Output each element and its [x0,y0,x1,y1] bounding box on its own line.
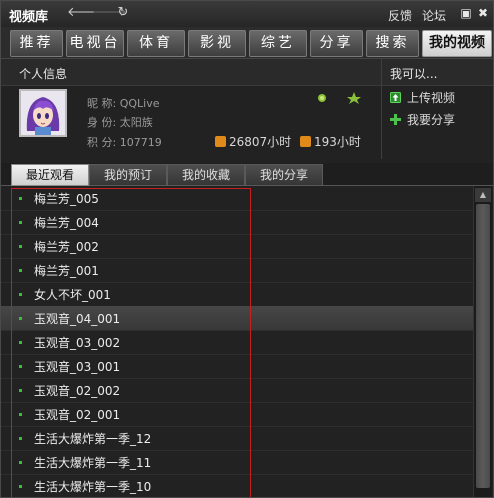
bullet-icon [19,413,22,416]
moon-badge-icon [334,93,342,104]
tab-film[interactable]: 影视 [188,30,246,57]
sub-tab-bar: 最近观看 我的预订 我的收藏 我的分享 [1,163,493,186]
list-item[interactable]: 生活大爆炸第一季_12 [1,426,473,451]
info-header: 个人信息 我可以... [1,59,493,86]
list-item-title: 玉观音_03_001 [34,360,121,374]
bullet-icon [19,197,22,200]
maximize-icon[interactable]: ▣ [459,6,473,20]
clock-icon [215,136,226,147]
bullet-icon [19,245,22,248]
points-row: 积 分: 107719 [87,134,162,150]
subtab-recent[interactable]: 最近观看 [11,164,89,186]
tab-tv-station[interactable]: 电视台 [66,30,124,57]
share-time: 193小时 [300,133,361,150]
bullet-icon [19,437,22,440]
history-list: 梅兰芳_005 梅兰芳_004 梅兰芳_002 梅兰芳_001 女人不坏_001… [1,186,473,497]
main-tab-bar: 推荐 电视台 体育 影视 综艺 分享 搜索 我的视频 [1,27,493,59]
list-item-title: 玉观音_02_001 [34,408,121,422]
subtab-favorites[interactable]: 我的收藏 [167,164,245,186]
tab-search[interactable]: 搜索 [366,30,419,57]
bullet-icon [19,389,22,392]
forum-link[interactable]: 论坛 [422,7,446,24]
list-item-title: 生活大爆炸第一季_11 [34,456,152,470]
list-item[interactable]: 玉观音_02_001 [1,402,473,427]
bullet-icon [19,293,22,296]
identity-value: 太阳族 [119,116,153,129]
tab-my-videos[interactable]: 我的视频 [422,30,492,57]
video-library-window: 视频库 🡐 🡒 ↻ 反馈 论坛 ▣ ✖ 推荐 电视台 体育 影视 综艺 分享 搜… [0,0,494,498]
scrollbar[interactable]: ▲ [473,186,492,497]
bullet-icon [19,365,22,368]
share-clock-icon [300,136,311,147]
bullet-icon [19,461,22,464]
app-title: 视频库 [9,10,49,25]
list-item-selected[interactable]: 玉观音_04_001 [1,306,473,331]
tab-recommend[interactable]: 推荐 [10,30,63,57]
list-item[interactable]: 梅兰芳_005 [1,186,473,211]
list-item-title: 生活大爆炸第一季_12 [34,432,152,446]
share-time-value: 193小时 [314,135,361,149]
list-item[interactable]: 梅兰芳_002 [1,234,473,259]
list-item[interactable]: 生活大爆炸第一季_11 [1,450,473,475]
close-icon[interactable]: ✖ [476,6,490,20]
list-item[interactable]: 玉观音_03_002 [1,330,473,355]
can-do-heading: 我可以... [390,67,438,81]
forward-icon[interactable]: 🡒 [92,5,127,21]
scroll-thumb[interactable] [476,204,490,488]
share-label: 我要分享 [407,113,456,127]
points-label: 积 分: [87,136,117,149]
list-item-title: 玉观音_02_002 [34,384,121,398]
bullet-icon [19,485,22,488]
list-item-title: 梅兰芳_001 [34,264,99,278]
feedback-link[interactable]: 反馈 [388,7,412,24]
list-item[interactable]: 玉观音_02_002 [1,378,473,403]
list-item[interactable]: 玉观音_03_001 [1,354,473,379]
divider [381,59,382,159]
bullet-icon [19,341,22,344]
upload-video-link[interactable]: 上传视频 [390,89,455,106]
refresh-icon[interactable]: ↻ [115,5,131,21]
level-badges [316,91,366,105]
identity-row: 身 份: 太阳族 [87,114,153,130]
watch-time-value: 26807小时 [229,135,292,149]
list-item-title: 生活大爆炸第一季_10 [34,480,152,494]
points-value: 107719 [119,136,162,149]
subtab-reservations[interactable]: 我的预订 [89,164,167,186]
list-item-title: 玉观音_04_001 [34,312,121,326]
sun-badge-icon [318,94,326,102]
upload-icon [390,92,401,103]
list-item[interactable]: 梅兰芳_001 [1,258,473,283]
upload-label: 上传视频 [407,91,456,105]
list-item[interactable]: 梅兰芳_004 [1,210,473,235]
subtab-my-shares[interactable]: 我的分享 [245,164,323,186]
identity-label: 身 份: [87,116,117,129]
list-item[interactable]: 女人不坏_001 [1,282,473,307]
back-icon[interactable]: 🡐 [67,5,102,21]
scroll-up-icon[interactable]: ▲ [475,188,491,202]
list-item-title: 梅兰芳_004 [34,216,99,230]
list-item-title: 女人不坏_001 [34,288,111,302]
bullet-icon [19,221,22,224]
personal-info-heading: 个人信息 [19,67,68,81]
title-bar: 视频库 🡐 🡒 ↻ 反馈 论坛 ▣ ✖ [1,1,493,28]
tab-share[interactable]: 分享 [310,30,363,57]
list-item-title: 梅兰芳_002 [34,240,99,254]
avatar [19,89,67,137]
list-item[interactable]: 生活大爆炸第一季_10 [1,474,473,497]
tab-sports[interactable]: 体育 [127,30,185,57]
nickname-label: 昵 称: [87,97,117,110]
watch-time: 26807小时 [215,133,291,150]
star-badge-icon [347,92,361,104]
plus-icon [390,114,401,125]
nickname-row: 昵 称: QQLive [87,95,159,111]
bullet-icon [19,269,22,272]
list-item-title: 梅兰芳_005 [34,192,99,206]
list-item-title: 玉观音_03_002 [34,336,121,350]
share-link[interactable]: 我要分享 [390,111,455,128]
bullet-icon [19,317,22,320]
tab-variety[interactable]: 综艺 [249,30,307,57]
nickname-value: QQLive [119,97,160,110]
